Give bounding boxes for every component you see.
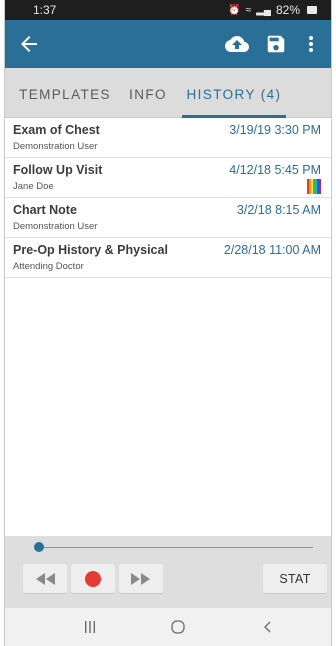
list-item[interactable]: Follow Up Visit Jane Doe 4/12/18 5:45 PM — [5, 158, 331, 198]
rewind-icon — [36, 573, 55, 585]
status-icons: ⏰ ≈ ▂▄ 82% — [228, 3, 317, 17]
history-list: Exam of Chest Demonstration User 3/19/19… — [5, 118, 331, 278]
rainbow-badge-icon — [307, 179, 321, 194]
item-date: 3/19/19 3:30 PM — [229, 123, 321, 137]
item-title: Chart Note — [13, 203, 77, 217]
list-item[interactable]: Exam of Chest Demonstration User 3/19/19… — [5, 118, 331, 158]
fast-forward-button[interactable] — [119, 564, 163, 594]
list-item[interactable]: Pre-Op History & Physical Attending Doct… — [5, 238, 331, 278]
system-nav-bar — [5, 608, 331, 646]
item-title: Exam of Chest — [13, 123, 100, 137]
status-bar: 1:37 ⏰ ≈ ▂▄ 82% — [5, 0, 331, 20]
item-author: Demonstration User — [13, 141, 98, 152]
phone-screen: 1:37 ⏰ ≈ ▂▄ 82% TEMPLATES INFO HISTORY (… — [4, 0, 332, 646]
fast-forward-icon — [131, 573, 150, 585]
record-icon — [85, 571, 101, 587]
back-icon[interactable] — [262, 619, 274, 635]
stat-button[interactable]: STAT — [263, 564, 327, 594]
item-author: Jane Doe — [13, 181, 54, 192]
tab-bar: TEMPLATES INFO HISTORY (4) — [5, 68, 331, 118]
tab-history[interactable]: HISTORY (4) — [182, 68, 286, 118]
cloud-upload-icon[interactable] — [225, 32, 249, 56]
item-title: Follow Up Visit — [13, 163, 103, 177]
item-date: 2/28/18 11:00 AM — [223, 243, 321, 257]
item-author: Demonstration User — [13, 221, 98, 232]
rewind-button[interactable] — [23, 564, 67, 594]
more-vertical-icon[interactable] — [303, 32, 319, 56]
wifi-icon: ≈ — [245, 4, 252, 16]
seek-track[interactable] — [39, 547, 313, 548]
seek-thumb[interactable] — [34, 542, 44, 552]
battery-percent: 82% — [275, 3, 300, 17]
audio-player: STAT — [5, 536, 331, 608]
record-button[interactable] — [71, 564, 115, 594]
back-arrow-icon[interactable] — [17, 32, 41, 56]
home-icon[interactable] — [170, 619, 186, 635]
item-date: 3/2/18 8:15 AM — [236, 203, 321, 217]
item-title: Pre-Op History & Physical — [13, 243, 168, 257]
recent-apps-icon[interactable] — [83, 619, 97, 635]
app-bar — [5, 20, 331, 68]
tab-info[interactable]: INFO — [125, 68, 171, 118]
battery-icon — [307, 6, 317, 14]
signal-icon: ▂▄ — [256, 4, 271, 16]
save-icon[interactable] — [265, 33, 287, 55]
item-author: Attending Doctor — [13, 261, 84, 272]
item-date: 4/12/18 5:45 PM — [229, 163, 321, 177]
list-item[interactable]: Chart Note Demonstration User 3/2/18 8:1… — [5, 198, 331, 238]
status-time: 1:37 — [33, 3, 57, 17]
tab-templates[interactable]: TEMPLATES — [15, 68, 115, 118]
alarm-icon: ⏰ — [228, 4, 241, 16]
